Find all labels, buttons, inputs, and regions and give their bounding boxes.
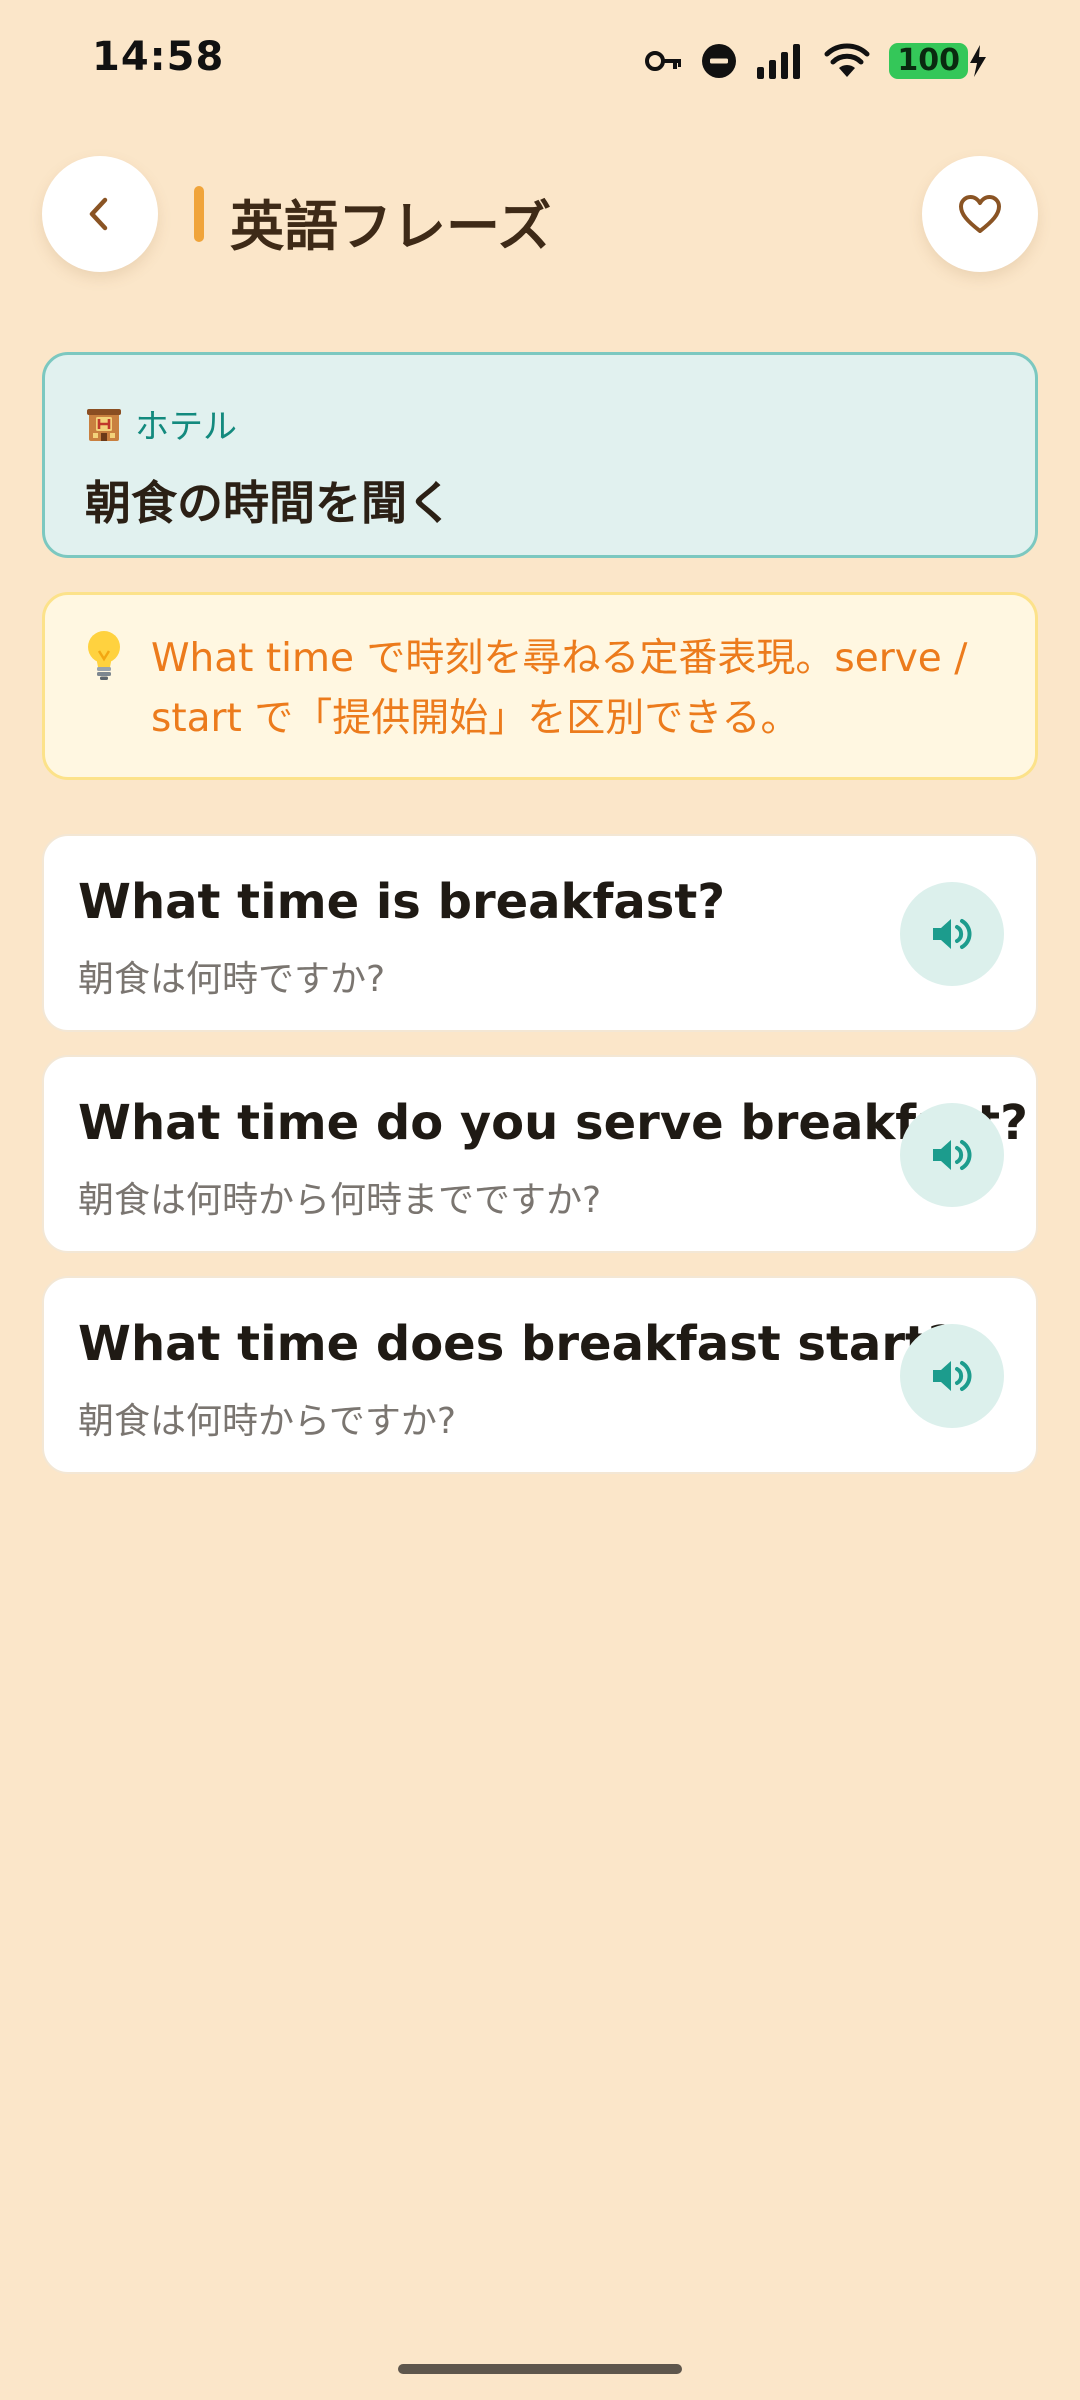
play-audio-button[interactable] (900, 882, 1004, 986)
battery-level: 100 (889, 43, 968, 79)
charging-bolt-icon (970, 45, 986, 77)
tip-text: What time で時刻を尋ねる定番表現。serve / start で「提供… (151, 629, 1011, 749)
battery-charging-icon: 100 (889, 43, 988, 79)
phrase-english: What time do you serve breakfast? (78, 1095, 1028, 1151)
scene-card: ホテル 朝食の時間を聞く (42, 352, 1038, 558)
back-button[interactable] (42, 156, 158, 272)
scene-category-label: ホテル (135, 407, 237, 447)
favorite-button[interactable] (922, 156, 1038, 272)
tip-text-line-2: start で「提供開始」を区別できる。 (151, 696, 800, 741)
phrase-english: What time does breakfast start? (78, 1316, 956, 1372)
phrase-japanese: 朝食は何時から何時までですか? (78, 1180, 602, 1221)
speaker-icon (933, 919, 972, 949)
phrase-card-3[interactable]: What time does breakfast start? 朝食は何時からで… (42, 1276, 1038, 1474)
light-bulb-icon (88, 631, 120, 680)
home-indicator[interactable] (398, 2364, 682, 2374)
header: 英語フレーズ (0, 156, 1080, 274)
wifi-icon (824, 43, 870, 77)
phrase-card-2[interactable]: What time do you serve breakfast? 朝食は何時か… (42, 1055, 1038, 1253)
title-accent-bar (194, 186, 204, 242)
status-bar: 14:58 100 (0, 0, 1080, 120)
phrase-japanese: 朝食は何時からですか? (78, 1401, 457, 1442)
phrase-card-1[interactable]: What time is breakfast? 朝食は何時ですか? (42, 834, 1038, 1032)
chevron-left-icon (89, 197, 108, 231)
do-not-disturb-icon (702, 44, 737, 78)
signal-icon (757, 44, 801, 79)
speaker-icon (933, 1140, 972, 1170)
page-title: 英語フレーズ (230, 195, 552, 258)
speaker-icon (933, 1361, 972, 1391)
heart-outline-icon (959, 195, 1001, 233)
scene-category: ホテル (85, 399, 237, 448)
status-icons: 100 (645, 38, 988, 84)
key-icon (645, 51, 682, 71)
scene-title: 朝食の時間を聞く (85, 476, 453, 530)
status-time: 14:58 (92, 34, 225, 80)
phrase-english: What time is breakfast? (78, 874, 726, 930)
play-audio-button[interactable] (900, 1103, 1004, 1207)
phrase-japanese: 朝食は何時ですか? (78, 959, 386, 1000)
tip-text-line-1: What time で時刻を尋ねる定番表現。serve / (151, 636, 968, 681)
tip-card: What time で時刻を尋ねる定番表現。serve / start で「提供… (42, 592, 1038, 780)
play-audio-button[interactable] (900, 1324, 1004, 1428)
hotel-icon (87, 408, 121, 441)
